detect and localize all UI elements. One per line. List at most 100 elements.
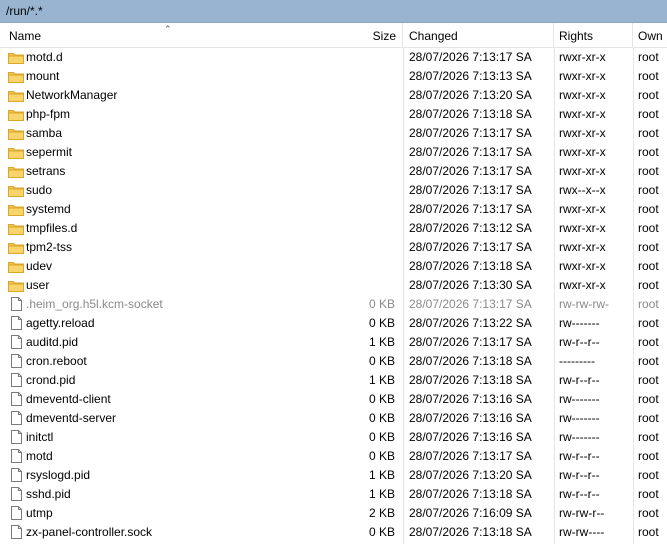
folder-row[interactable]: tpm2-tss 28/07/2026 7:13:17 SA rwxr-xr-x ro…	[0, 238, 667, 257]
file-row[interactable]: motd 0 KB 28/07/2026 7:13:17 SA rw-r--r-- ro…	[0, 447, 667, 466]
item-changed: 28/07/2026 7:16:09 SA	[409, 506, 532, 520]
item-owner: root	[638, 145, 659, 159]
item-name: user	[26, 278, 50, 292]
item-changed: 28/07/2026 7:13:22 SA	[409, 316, 532, 330]
item-changed: 28/07/2026 7:13:16 SA	[409, 392, 532, 406]
file-row[interactable]: initctl 0 KB 28/07/2026 7:13:16 SA rw------…	[0, 428, 667, 447]
folder-row[interactable]: setrans 28/07/2026 7:13:17 SA rwxr-xr-x roo…	[0, 162, 667, 181]
file-row[interactable]: .heim_org.h5l.kcm-socket 0 KB 28/07/2026 7…	[0, 295, 667, 314]
item-changed: 28/07/2026 7:13:18 SA	[409, 373, 532, 387]
item-name: tmpfiles.d	[26, 221, 78, 235]
item-rights: rwxr-xr-x	[559, 126, 606, 140]
item-name: cron.reboot	[26, 354, 87, 368]
folder-row[interactable]: samba 28/07/2026 7:13:17 SA rwxr-xr-x root	[0, 124, 667, 143]
file-icon	[8, 352, 24, 371]
item-changed: 28/07/2026 7:13:17 SA	[409, 183, 532, 197]
item-changed: 28/07/2026 7:13:17 SA	[409, 449, 532, 463]
item-size: 1 KB	[368, 468, 395, 482]
file-row[interactable]: dmeventd-server 0 KB 28/07/2026 7:13:16 SA…	[0, 409, 667, 428]
item-name: setrans	[26, 164, 66, 178]
folder-row[interactable]: php-fpm 28/07/2026 7:13:18 SA rwxr-xr-x roo…	[0, 105, 667, 124]
file-list: motd.d 28/07/2026 7:13:17 SA rwxr-xr-x root…	[0, 48, 667, 542]
item-size: 0 KB	[368, 297, 395, 311]
item-changed: 28/07/2026 7:13:17 SA	[409, 202, 532, 216]
column-header-size[interactable]: Size	[373, 23, 396, 47]
file-row[interactable]: auditd.pid 1 KB 28/07/2026 7:13:17 SA rw-r-…	[0, 333, 667, 352]
column-header-name[interactable]: Name ⌃ Size	[0, 23, 403, 47]
column-header-rights[interactable]: Rights	[554, 23, 633, 47]
folder-icon	[8, 238, 24, 257]
item-size	[334, 143, 395, 162]
file-row[interactable]: cron.reboot 0 KB 28/07/2026 7:13:18 SA ----…	[0, 352, 667, 371]
file-row[interactable]: crond.pid 1 KB 28/07/2026 7:13:18 SA rw-r--…	[0, 371, 667, 390]
item-rights: rw-r--r--	[559, 468, 600, 482]
file-row[interactable]: zx-panel-controller.sock 0 KB 28/07/2026 7…	[0, 523, 667, 542]
folder-row[interactable]: sudo 28/07/2026 7:13:17 SA rwx--x--x root	[0, 181, 667, 200]
item-owner: root	[638, 107, 659, 121]
item-owner: root	[638, 468, 659, 482]
item-rights: rwxr-xr-x	[559, 69, 606, 83]
item-size: 0 KB	[368, 525, 395, 539]
item-name: NetworkManager	[26, 88, 118, 102]
item-rights: rw-r--r--	[559, 373, 600, 387]
folder-icon	[8, 162, 24, 181]
file-icon	[8, 485, 24, 504]
item-name: php-fpm	[26, 107, 71, 121]
item-changed: 28/07/2026 7:13:17 SA	[409, 145, 532, 159]
item-rights: rwxr-xr-x	[559, 50, 606, 64]
item-rights: rwx--x--x	[559, 183, 606, 197]
item-owner: root	[638, 202, 659, 216]
item-changed: 28/07/2026 7:13:17 SA	[409, 50, 532, 64]
column-header-owner[interactable]: Own	[633, 23, 667, 47]
item-owner: root	[638, 50, 659, 64]
item-name: dmeventd-client	[26, 392, 111, 406]
item-size: 1 KB	[368, 487, 395, 501]
item-size: 2 KB	[368, 506, 395, 520]
item-owner: root	[638, 278, 659, 292]
file-row[interactable]: dmeventd-client 0 KB 28/07/2026 7:13:16 SA…	[0, 390, 667, 409]
item-changed: 28/07/2026 7:13:17 SA	[409, 297, 532, 311]
item-owner: root	[638, 240, 659, 254]
item-changed: 28/07/2026 7:13:30 SA	[409, 278, 532, 292]
file-icon	[8, 466, 24, 485]
path-bar[interactable]: /run/*.*	[0, 0, 667, 23]
item-name: samba	[26, 126, 63, 140]
item-size	[334, 276, 395, 295]
current-path[interactable]: /run/*.*	[6, 3, 43, 19]
file-row[interactable]: rsyslogd.pid 1 KB 28/07/2026 7:13:20 SA rw-…	[0, 466, 667, 485]
file-row[interactable]: agetty.reload 0 KB 28/07/2026 7:13:22 SA rw…	[0, 314, 667, 333]
folder-row[interactable]: mount 28/07/2026 7:13:13 SA rwxr-xr-x root	[0, 67, 667, 86]
file-icon	[8, 390, 24, 409]
item-rights: rw-------	[559, 316, 600, 330]
folder-row[interactable]: user 28/07/2026 7:13:30 SA rwxr-xr-x root	[0, 276, 667, 295]
item-changed: 28/07/2026 7:13:20 SA	[409, 88, 532, 102]
folder-row[interactable]: sepermit 28/07/2026 7:13:17 SA rwxr-xr-x ro…	[0, 143, 667, 162]
item-owner: root	[638, 316, 659, 330]
folder-row[interactable]: NetworkManager 28/07/2026 7:13:20 SA rwxr-…	[0, 86, 667, 105]
file-row[interactable]: utmp 2 KB 28/07/2026 7:16:09 SA rw-rw-r-- ro…	[0, 504, 667, 523]
item-rights: rwxr-xr-x	[559, 259, 606, 273]
folder-row[interactable]: udev 28/07/2026 7:13:18 SA rwxr-xr-x root	[0, 257, 667, 276]
folder-row[interactable]: systemd 28/07/2026 7:13:17 SA rwxr-xr-x roo…	[0, 200, 667, 219]
item-name: utmp	[26, 506, 53, 520]
folder-icon	[8, 257, 24, 276]
file-row[interactable]: sshd.pid 1 KB 28/07/2026 7:13:18 SA rw-r--r…	[0, 485, 667, 504]
item-name: systemd	[26, 202, 71, 216]
item-name: dmeventd-server	[26, 411, 117, 425]
folder-row[interactable]: tmpfiles.d 28/07/2026 7:13:12 SA rwxr-xr-x…	[0, 219, 667, 238]
folder-row[interactable]: motd.d 28/07/2026 7:13:17 SA rwxr-xr-x root	[0, 48, 667, 67]
item-owner: root	[638, 373, 659, 387]
column-header-changed[interactable]: Changed	[403, 23, 554, 47]
item-size	[334, 181, 395, 200]
file-icon	[8, 371, 24, 390]
item-owner: root	[638, 335, 659, 349]
folder-icon	[8, 143, 24, 162]
item-name: sepermit	[26, 145, 73, 159]
folder-icon	[8, 219, 24, 238]
folder-icon	[8, 181, 24, 200]
item-changed: 28/07/2026 7:13:18 SA	[409, 259, 532, 273]
item-size: 0 KB	[368, 411, 395, 425]
item-changed: 28/07/2026 7:13:18 SA	[409, 487, 532, 501]
item-owner: root	[638, 126, 659, 140]
item-changed: 28/07/2026 7:13:17 SA	[409, 335, 532, 349]
